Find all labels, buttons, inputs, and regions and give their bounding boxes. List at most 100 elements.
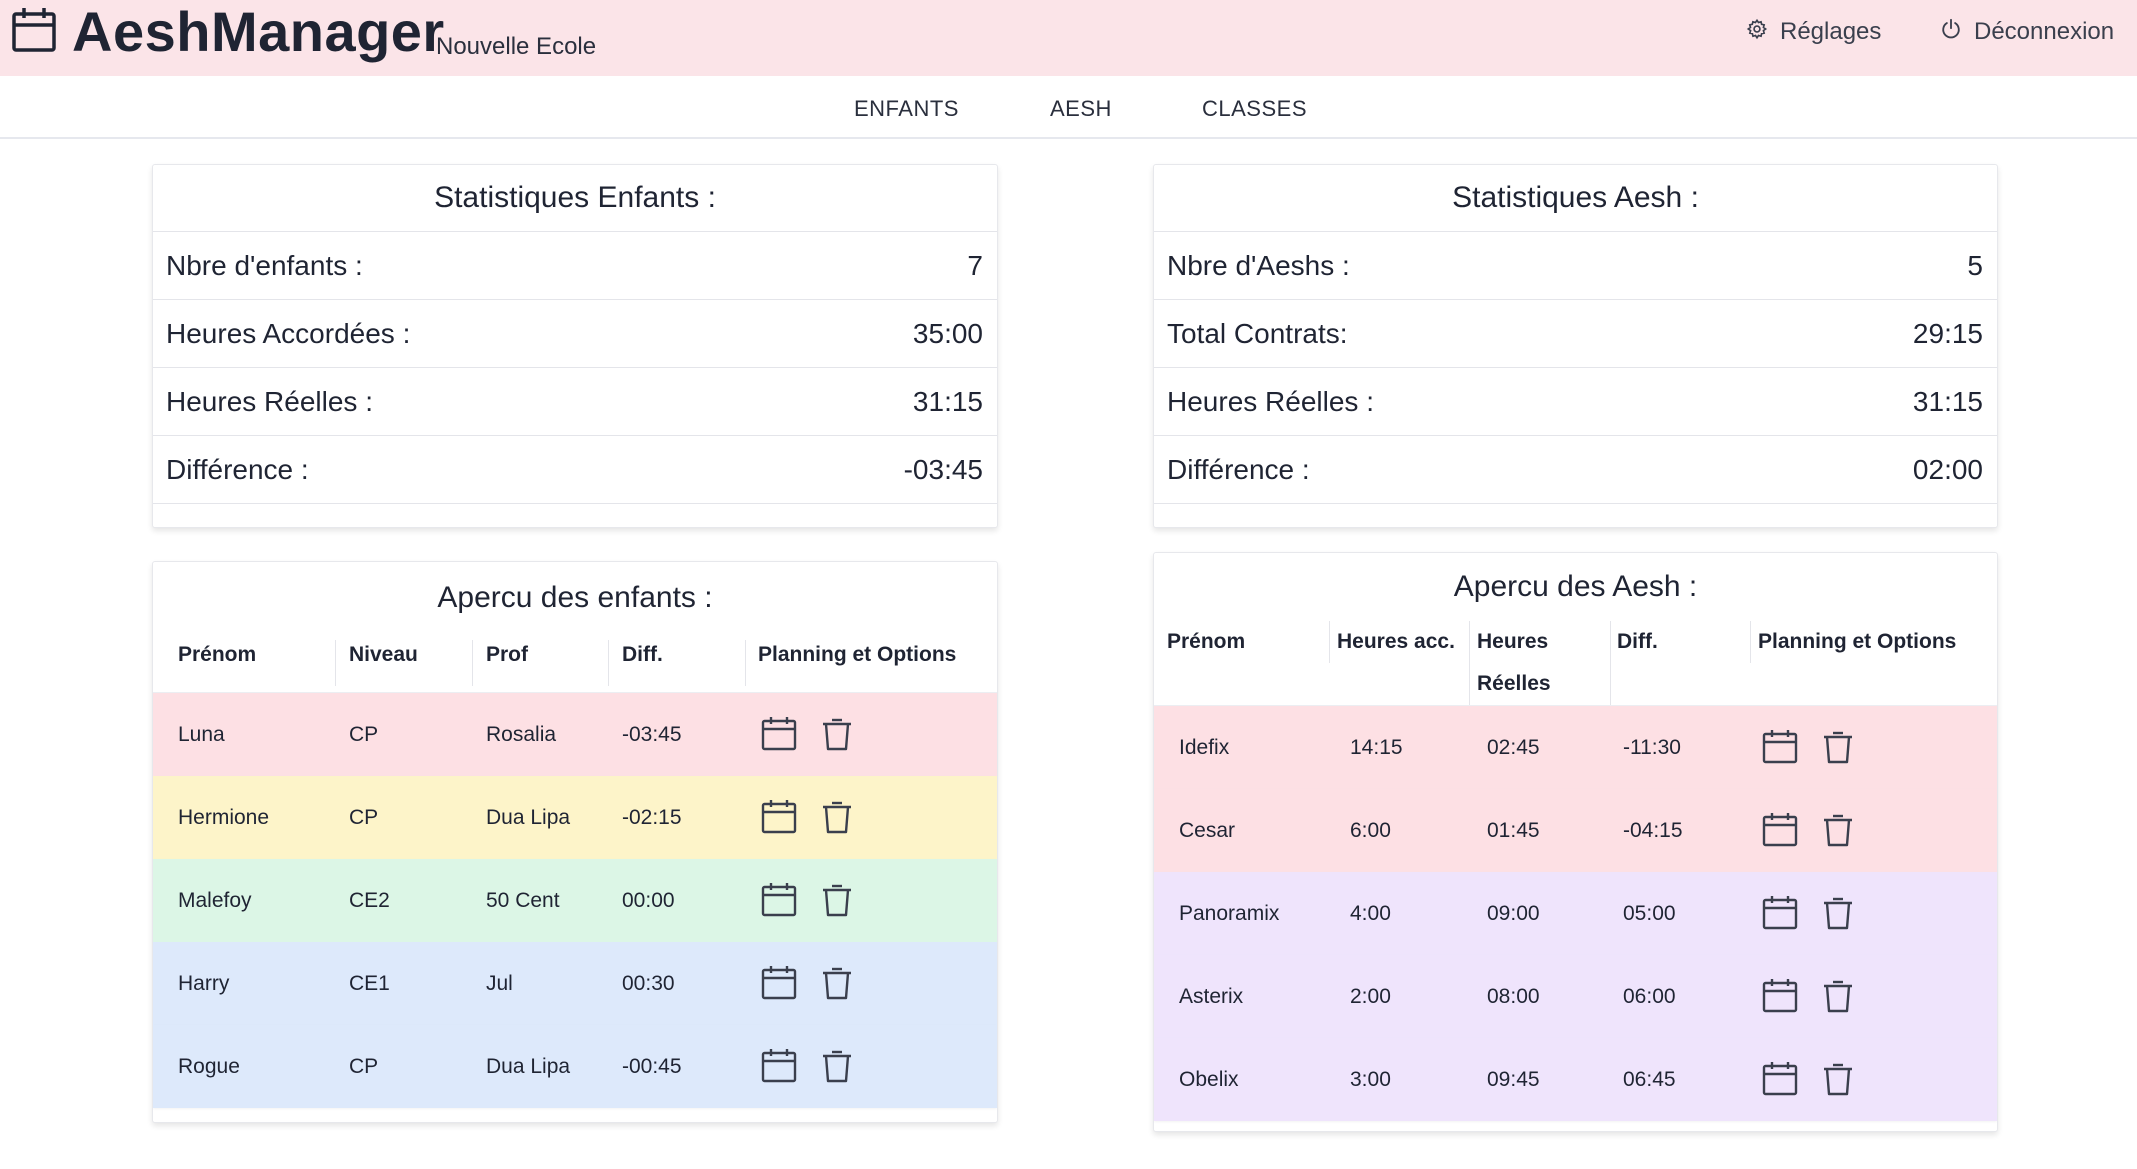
stat-label: Total Contrats:	[1167, 317, 1348, 349]
enfants-overview-title: Apercu des enfants :	[437, 581, 713, 614]
cell-prenom: Rogue	[178, 1055, 240, 1078]
table-row[interactable]: Idefix 14:15 02:45 -11:30	[1154, 706, 1997, 789]
stat-label: Différence :	[166, 453, 309, 485]
stat-label: Différence :	[1167, 453, 1310, 485]
calendar-icon[interactable]	[760, 881, 798, 919]
cell-prof: Jul	[486, 972, 513, 995]
table-row[interactable]: Harry CE1 Jul 00:30	[153, 942, 997, 1025]
stat-label: Heures Réelles :	[166, 385, 373, 417]
logout-button[interactable]: Déconnexion	[1940, 16, 2114, 48]
table-row[interactable]: Malefoy CE2 50 Cent 00:00	[153, 859, 997, 942]
aesh-table-body: Idefix 14:15 02:45 -11:30 Cesar 6:00 01:45 -04:…	[1154, 706, 1997, 1121]
stat-label: Nbre d'Aeshs :	[1167, 249, 1350, 281]
trash-icon[interactable]	[1819, 728, 1857, 766]
cell-prenom: Asterix	[1179, 985, 1244, 1008]
trash-icon[interactable]	[818, 1047, 856, 1085]
nav-aesh[interactable]: AESH	[1050, 96, 1112, 122]
column-header-niveau[interactable]: Niveau	[349, 634, 418, 676]
cell-heures-acc: 14:15	[1350, 736, 1403, 759]
column-header-prenom[interactable]: Prénom	[1167, 621, 1245, 663]
cell-diff: -11:30	[1623, 736, 1681, 759]
settings-label: Réglages	[1780, 18, 1882, 45]
column-header-diff[interactable]: Diff.	[622, 634, 663, 676]
cell-diff: 06:00	[1623, 985, 1676, 1008]
table-row[interactable]: Obelix 3:00 09:45 06:45	[1154, 1038, 1997, 1121]
cell-heures-reelles: 09:00	[1487, 902, 1540, 925]
stat-label: Heures Réelles :	[1167, 385, 1374, 417]
logout-label: Déconnexion	[1974, 18, 2115, 45]
cell-niveau: CP	[349, 723, 379, 746]
settings-button[interactable]: Réglages	[1746, 16, 1881, 48]
calendar-icon[interactable]	[1761, 977, 1799, 1015]
calendar-icon[interactable]	[1761, 811, 1799, 849]
cell-diff: -00:45	[622, 1055, 682, 1078]
stat-row: Heures Réelles : 31:15	[1154, 368, 1997, 436]
stat-row: Nbre d'enfants : 7	[153, 232, 997, 300]
cell-prenom: Cesar	[1179, 819, 1236, 842]
cell-diff: 06:45	[1623, 1068, 1676, 1091]
calendar-icon	[10, 6, 58, 54]
cell-prof: Dua Lipa	[486, 806, 571, 829]
trash-icon[interactable]	[1819, 1060, 1857, 1098]
trash-icon[interactable]	[818, 964, 856, 1002]
column-header-prof[interactable]: Prof	[486, 634, 528, 676]
nav-enfants[interactable]: ENFANTS	[854, 96, 959, 122]
aesh-table-header: Prénom Heures acc. Heures Réelles Diff. …	[1154, 621, 1997, 706]
trash-icon[interactable]	[818, 798, 856, 836]
table-row[interactable]: Luna CP Rosalia -03:45	[153, 693, 997, 776]
cell-prof: Rosalia	[486, 723, 557, 746]
stats-aesh-card: Statistiques Aesh : Nbre d'Aeshs : 5 Tot…	[1153, 164, 1998, 528]
stat-value: 29:15	[1912, 317, 1983, 349]
trash-icon[interactable]	[818, 715, 856, 753]
trash-icon[interactable]	[1819, 811, 1857, 849]
cell-heures-acc: 3:00	[1350, 1068, 1391, 1091]
calendar-icon[interactable]	[760, 964, 798, 1002]
trash-icon[interactable]	[1819, 894, 1857, 932]
cell-niveau: CP	[349, 1055, 379, 1078]
cell-heures-reelles: 08:00	[1487, 985, 1540, 1008]
cell-prof: 50 Cent	[486, 889, 560, 912]
stat-row: Total Contrats: 29:15	[1154, 300, 1997, 368]
stat-value: 31:15	[1912, 385, 1983, 417]
stat-value: 5	[1967, 249, 1983, 281]
trash-icon[interactable]	[818, 881, 856, 919]
gear-icon	[1746, 18, 1780, 47]
cell-heures-acc: 4:00	[1350, 902, 1391, 925]
calendar-icon[interactable]	[760, 798, 798, 836]
power-icon	[1940, 18, 1974, 47]
top-header: AeshManager Nouvelle Ecole Réglages Déco…	[0, 0, 2137, 76]
cell-niveau: CE2	[349, 889, 390, 912]
column-header-diff[interactable]: Diff.	[1617, 621, 1658, 663]
table-row[interactable]: Hermione CP Dua Lipa -02:15	[153, 776, 997, 859]
aesh-overview-title: Apercu des Aesh :	[1453, 570, 1698, 603]
trash-icon[interactable]	[1819, 977, 1857, 1015]
table-row[interactable]: Asterix 2:00 08:00 06:00	[1154, 955, 1997, 1038]
calendar-icon[interactable]	[760, 1047, 798, 1085]
calendar-icon[interactable]	[1761, 894, 1799, 932]
school-name: Nouvelle Ecole	[436, 33, 597, 60]
nav-classes[interactable]: CLASSES	[1202, 96, 1307, 122]
app-title[interactable]: AeshManager	[72, 0, 445, 64]
stats-aesh-title: Statistiques Aesh :	[1154, 165, 1997, 232]
cell-diff: 00:30	[622, 972, 675, 995]
column-header-prenom[interactable]: Prénom	[178, 634, 256, 676]
table-row[interactable]: Panoramix 4:00 09:00 05:00	[1154, 872, 1997, 955]
calendar-icon[interactable]	[760, 715, 798, 753]
stat-value: 7	[967, 249, 983, 281]
cell-diff: 05:00	[1623, 902, 1676, 925]
table-row[interactable]: Rogue CP Dua Lipa -00:45	[153, 1025, 997, 1108]
calendar-icon[interactable]	[1761, 1060, 1799, 1098]
enfants-table-header: Prénom Niveau Prof Diff. Planning et Opt…	[153, 634, 997, 693]
stat-row: Heures Réelles : 31:15	[153, 368, 997, 436]
cell-heures-reelles: 01:45	[1487, 819, 1540, 842]
column-header-reelles[interactable]: Réelles	[1477, 663, 1551, 705]
table-row[interactable]: Cesar 6:00 01:45 -04:15	[1154, 789, 1997, 872]
cell-prenom: Harry	[178, 972, 230, 995]
cell-heures-reelles: 02:45	[1487, 736, 1540, 759]
column-header-heures[interactable]: Heures	[1477, 621, 1548, 663]
cell-prof: Dua Lipa	[486, 1055, 571, 1078]
cell-heures-reelles: 09:45	[1487, 1068, 1540, 1091]
calendar-icon[interactable]	[1761, 728, 1799, 766]
column-header-heures-acc[interactable]: Heures acc.	[1337, 621, 1455, 663]
cell-niveau: CP	[349, 806, 379, 829]
